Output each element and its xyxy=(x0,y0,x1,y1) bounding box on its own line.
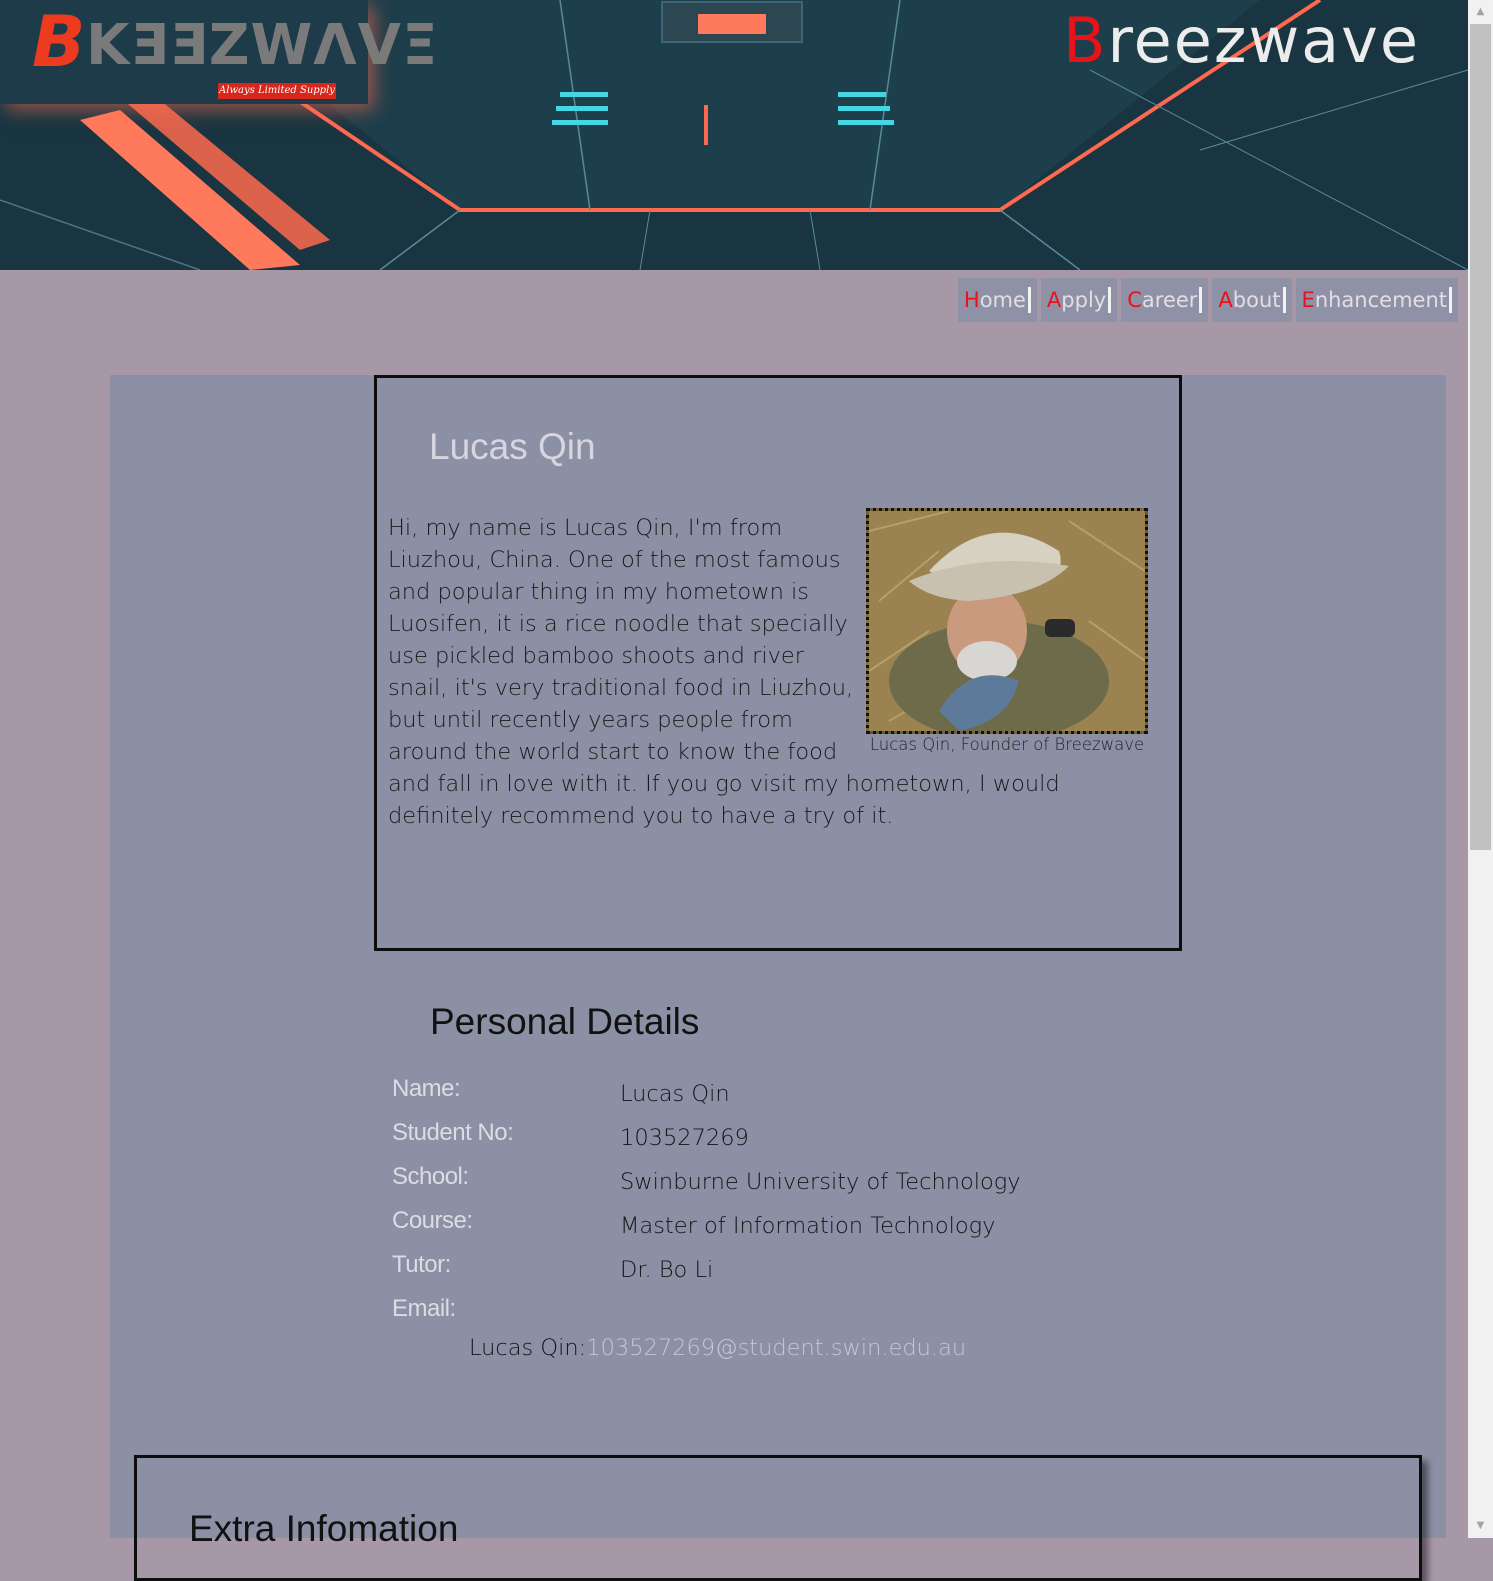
extra-info-section: Extra Infomation xyxy=(134,1455,1422,1581)
personal-details-heading: Personal Details xyxy=(430,1001,700,1042)
logo[interactable]: B KƎƎZWΛVΞ Always Limited Supply xyxy=(0,0,437,104)
detail-label: Email: xyxy=(392,1295,456,1322)
detail-row-school: School: Swinburne University of Technolo… xyxy=(392,1163,1092,1207)
header-banner: B KƎƎZWΛVΞ Always Limited Supply Breezwa… xyxy=(0,0,1468,270)
email-link[interactable]: 103527269@student.swin.edu.au xyxy=(586,1335,966,1361)
nav-about[interactable]: About xyxy=(1212,278,1292,322)
detail-value: Dr. Bo Li xyxy=(620,1257,714,1283)
photo-caption: Lucas Qin, Founder of Breezwave xyxy=(869,735,1145,754)
detail-value: Swinburne University of Technology xyxy=(620,1169,1021,1195)
detail-label: Student No: xyxy=(392,1119,514,1146)
logo-tagline: Always Limited Supply xyxy=(218,83,336,99)
nav-apply-label: pply xyxy=(1061,288,1107,312)
nav-enhancement-label: nhancement xyxy=(1314,288,1447,312)
detail-row-email: Email: xyxy=(392,1295,1092,1339)
nav-home[interactable]: Home xyxy=(957,278,1037,322)
detail-value: Lucas Qin xyxy=(620,1081,730,1107)
nav-career[interactable]: Career xyxy=(1121,278,1209,322)
detail-label: Tutor: xyxy=(392,1251,451,1278)
nav-career-label: areer xyxy=(1141,288,1198,312)
detail-label: Course: xyxy=(392,1207,473,1234)
nav-enhancement[interactable]: Enhancement xyxy=(1295,278,1458,322)
scroll-down-arrow-icon[interactable]: ▼ xyxy=(1468,1516,1493,1536)
scroll-up-arrow-icon[interactable]: ▲ xyxy=(1468,2,1493,22)
nav-divider xyxy=(1027,287,1031,313)
site-title: Breezwave xyxy=(1063,4,1420,78)
nav-career-initial: C xyxy=(1127,288,1142,312)
detail-row-course: Course: Master of Information Technology xyxy=(392,1207,1092,1251)
detail-row-student-no: Student No: 103527269 xyxy=(392,1119,1092,1163)
logo-wordmark: KƎƎZWΛVΞ xyxy=(86,13,439,78)
detail-label: School: xyxy=(392,1163,469,1190)
main-nav: Home Apply Career About Enhancement xyxy=(957,278,1458,322)
profile-photo xyxy=(866,508,1148,734)
nav-home-label: ome xyxy=(979,288,1026,312)
nav-home-initial: H xyxy=(963,288,980,312)
detail-row-tutor: Tutor: Dr. Bo Li xyxy=(392,1251,1092,1295)
nav-about-initial: A xyxy=(1218,288,1233,312)
nav-about-label: bout xyxy=(1232,288,1281,312)
nav-apply-initial: A xyxy=(1046,288,1062,312)
profile-figure: Lucas Qin, Founder of Breezwave xyxy=(866,508,1148,756)
scrollbar-thumb[interactable] xyxy=(1470,24,1491,850)
extra-info-heading: Extra Infomation xyxy=(189,1508,459,1549)
site-title-rest: reezwave xyxy=(1107,4,1420,77)
intro-body: Lucas Qin, Founder of Breezwave Hi, my n… xyxy=(388,508,1148,832)
intro-heading: Lucas Qin xyxy=(429,426,596,467)
nav-divider xyxy=(1449,287,1452,313)
nav-divider xyxy=(1282,287,1286,313)
nav-divider xyxy=(1199,287,1203,313)
email-prefix: Lucas Qin: xyxy=(469,1335,587,1361)
detail-value: 103527269 xyxy=(620,1125,749,1151)
detail-value: Master of Information Technology xyxy=(620,1213,996,1239)
nav-divider xyxy=(1108,287,1112,313)
nav-apply[interactable]: Apply xyxy=(1040,278,1118,322)
logo-mark: B xyxy=(32,1,86,83)
email-line: Lucas Qin:103527269@student.swin.edu.au xyxy=(469,1335,966,1361)
profile-photo-illustration xyxy=(869,511,1145,731)
page-scrollbar[interactable]: ▲ ▼ xyxy=(1468,0,1493,1538)
main-content: Lucas Qin Lucas Qin, Founder of Breezwav… xyxy=(110,375,1446,1581)
nav-enhancement-initial: E xyxy=(1301,288,1315,312)
detail-row-name: Name: Lucas Qin xyxy=(392,1075,1092,1119)
intro-section: Lucas Qin Lucas Qin, Founder of Breezwav… xyxy=(374,375,1182,951)
detail-label: Name: xyxy=(392,1075,461,1102)
site-title-initial: B xyxy=(1062,4,1108,77)
